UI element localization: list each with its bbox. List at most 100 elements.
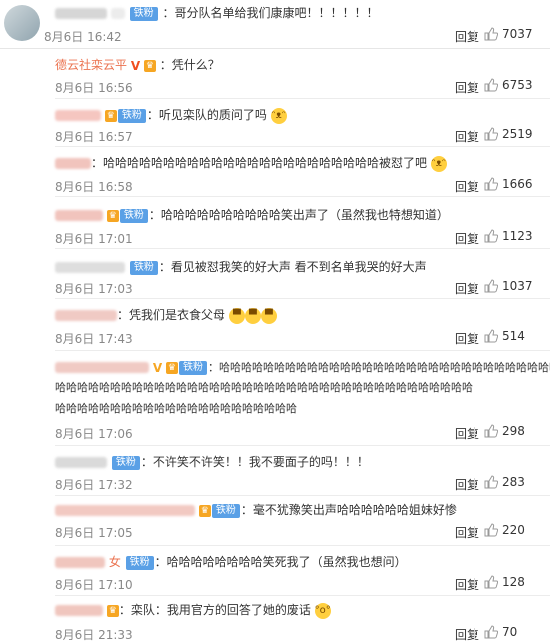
reply-line: ：凭我们是衣食父母 ▀̿ ▀̿ ▀̿ [55, 306, 277, 324]
reply-button[interactable]: 回复 [455, 178, 479, 195]
like-button[interactable]: 1037 [484, 279, 533, 293]
like-button[interactable]: 1123 [484, 229, 533, 243]
comment-text: ：看见被怼我笑的好大声 看不到名单我哭的好大声 [158, 260, 427, 274]
thumbs-up-icon [484, 177, 499, 191]
blurred-username[interactable] [55, 557, 105, 568]
comment-text: ：哈哈哈哈哈哈哈哈笑死我了（虽然我也想问） [154, 555, 407, 569]
reply-button[interactable]: 回复 [455, 576, 479, 593]
reply-line: ♛ ：栾队：我用官方的回答了她的废话 °o° [55, 601, 331, 619]
sunglasses-emoji-icon: ▀̿ [244, 307, 261, 324]
comment-text: ：哈哈哈哈哈哈哈哈哈哈笑出声了（虽然我也特想知道） [148, 208, 449, 222]
comment-time: 8月6日 16:42 [44, 30, 122, 44]
verified-icon: V [152, 360, 163, 375]
blurred-username[interactable] [55, 310, 117, 321]
fan-badge: 铁粉 [125, 555, 154, 570]
reply-button[interactable]: 回复 [455, 330, 479, 347]
reply-button[interactable]: 回复 [455, 128, 479, 145]
reply-line: 女 铁粉 ：哈哈哈哈哈哈哈哈笑死我了（虽然我也想问） [55, 553, 407, 571]
blurred-username[interactable] [55, 8, 107, 19]
comment-text-cont: 哈哈哈哈哈哈哈哈哈哈哈哈哈哈哈哈哈哈哈哈哈哈 [55, 402, 297, 415]
reply-button[interactable]: 回复 [455, 524, 479, 541]
like-button[interactable]: 220 [484, 523, 525, 537]
like-button[interactable]: 6753 [484, 78, 533, 92]
thumbs-up-icon [484, 475, 499, 489]
divider [474, 526, 475, 538]
reply-button[interactable]: 回复 [455, 230, 479, 247]
reply-line: 铁粉 ：不许笑不许笑！！我不要面子的吗！！！ [55, 453, 369, 471]
like-count: 283 [502, 475, 525, 489]
like-button[interactable]: 7037 [484, 27, 533, 41]
divider [474, 232, 475, 244]
reply-button[interactable]: 回复 [455, 79, 479, 96]
blurred-username[interactable] [55, 362, 149, 373]
thumbs-up-icon [484, 523, 499, 537]
comment-time: 8月6日 17:32 [55, 478, 133, 492]
comment-time: 8月6日 17:03 [55, 282, 133, 296]
blurred-username[interactable] [55, 210, 103, 221]
like-button[interactable]: 128 [484, 575, 525, 589]
sunglasses-emoji-icon: ▀̿ [228, 307, 245, 324]
comment-text: ：不许笑不许笑！！我不要面子的吗！！！ [140, 455, 369, 469]
comment-time: 8月6日 17:10 [55, 578, 133, 592]
divider [474, 282, 475, 294]
fan-badge: 铁粉 [211, 503, 240, 518]
blurred-username[interactable] [55, 262, 125, 273]
crown-icon: ♛ [104, 109, 117, 122]
comment-time: 8月6日 17:05 [55, 526, 133, 540]
reply-button[interactable]: 回复 [455, 280, 479, 297]
like-button[interactable]: 70 [484, 625, 517, 639]
blurred-username[interactable] [55, 457, 107, 468]
avatar[interactable] [4, 5, 40, 41]
comment-text: ：听见栾队的质问了吗 [146, 108, 267, 122]
divider [474, 81, 475, 93]
smile-emoji-icon: ᵔᴥᵔ [430, 155, 447, 172]
divider [474, 130, 475, 142]
comment-text: ：哈哈哈哈哈哈哈哈哈哈哈哈哈哈哈哈哈哈哈哈哈哈哈被怼了吧 [91, 156, 428, 170]
thumbs-up-icon [484, 575, 499, 589]
reply-button[interactable]: 回复 [455, 476, 479, 493]
blurred-username[interactable] [55, 158, 91, 169]
like-count: 70 [502, 625, 518, 639]
like-button[interactable]: 514 [484, 329, 525, 343]
comment-time: 8月6日 16:57 [55, 130, 133, 144]
comment-time: 8月6日 17:01 [55, 232, 133, 246]
like-count: 514 [502, 329, 525, 343]
root-comment: 铁粉 ：哥分队名单给我们康康吧！！！！！！ 8月6日 16:42 回复 7037 [0, 0, 550, 49]
fan-badge: 铁粉 [129, 260, 158, 275]
comment-text: ：凭我们是衣食父母 [117, 308, 226, 322]
thumbs-up-icon [484, 329, 499, 343]
thumbs-up-icon [484, 27, 499, 41]
username[interactable]: 德云社栾云平 [55, 58, 127, 72]
shocked-emoji-icon: °o° [314, 602, 331, 619]
reply-button[interactable]: 回复 [455, 425, 479, 442]
comment-time: 8月6日 16:58 [55, 180, 133, 194]
thumbs-up-icon [484, 127, 499, 141]
comment-text-cont: 哈哈哈哈哈哈哈哈哈哈哈哈哈哈哈哈哈哈哈哈哈哈哈哈哈哈哈哈哈哈哈哈哈哈哈哈哈哈 [55, 381, 473, 394]
comment-text: ：哈哈哈哈哈哈哈哈哈哈哈哈哈哈哈哈哈哈哈哈哈哈哈哈哈哈哈哈哈哈哈 [207, 361, 550, 374]
fan-badge: 铁粉 [129, 6, 158, 21]
like-button[interactable]: 2519 [484, 127, 533, 141]
like-count: 7037 [502, 27, 533, 41]
like-button[interactable]: 1666 [484, 177, 533, 191]
comment-text: ：栾队：我用官方的回答了她的废话 [118, 603, 311, 617]
blurred-username[interactable] [55, 110, 101, 121]
like-count: 6753 [502, 78, 533, 92]
blurred-username[interactable] [55, 505, 195, 516]
crown-icon: ♛ [106, 604, 119, 617]
thumbs-up-icon [484, 279, 499, 293]
blurred-username [110, 8, 125, 19]
divider [474, 180, 475, 192]
blurred-username[interactable] [55, 605, 103, 616]
reply-line: ：哈哈哈哈哈哈哈哈哈哈哈哈哈哈哈哈哈哈哈哈哈哈哈被怼了吧 ᵔᴥᵔ [55, 154, 447, 172]
like-count: 220 [502, 523, 525, 537]
reply-button[interactable]: 回复 [455, 28, 479, 45]
divider [474, 578, 475, 590]
thumbs-up-icon [484, 78, 499, 92]
comment-time: 8月6日 17:06 [55, 427, 133, 441]
comment-time: 8月6日 17:43 [55, 332, 133, 346]
like-button[interactable]: 298 [484, 424, 525, 438]
username-fragment[interactable]: 女 [109, 555, 121, 569]
divider [474, 628, 475, 640]
like-button[interactable]: 283 [484, 475, 525, 489]
comment-text: ：凭什么？ [159, 58, 220, 72]
